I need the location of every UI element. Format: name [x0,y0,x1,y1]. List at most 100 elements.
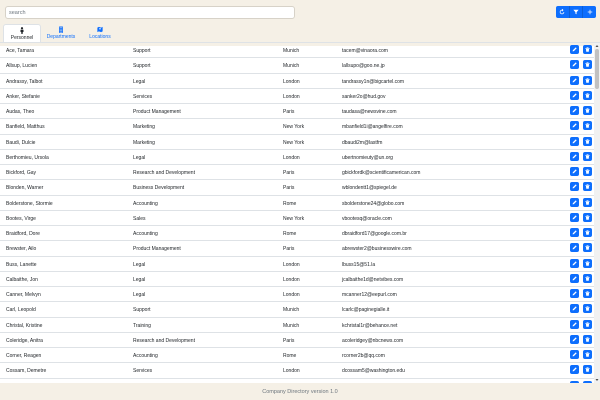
table-row: Braidford, Dore Accounting Rome dbraidford1… [0,226,594,242]
delete-button[interactable] [583,334,592,344]
name-cell: Calbaithe, Jon [6,276,38,283]
delete-button[interactable] [583,319,592,329]
edit-button[interactable] [570,106,579,115]
trash-icon [585,93,590,98]
delete-button[interactable] [583,273,592,283]
tab-locations[interactable]: Locations [81,24,119,43]
location-cell: London [283,261,300,268]
tab-personnel[interactable]: Personnel [3,24,41,43]
location-cell: Paris [283,109,295,115]
delete-button[interactable] [583,167,592,176]
trash-icon [585,47,590,52]
edit-button[interactable] [570,228,579,237]
name-cell: Coleridge, Anitra [6,337,43,344]
tab-departments[interactable]: Departments [42,24,80,43]
edit-button[interactable] [570,350,579,359]
edit-button[interactable] [570,334,579,344]
email-cell: lcarlc@paginegialle.it [342,307,390,314]
table-row: Berthomieu, Ursola Legal London ubertnomieu… [0,150,594,165]
delete-button[interactable] [583,151,592,161]
table-row: Ace, Tamara Support Munich tacem@vinaora.co… [0,43,594,59]
table-row: Christal, Kristine Training Munich kchrista… [0,318,594,333]
scroll-down-icon[interactable] [595,378,599,382]
edit-button[interactable] [570,45,579,54]
edit-button[interactable] [570,212,579,222]
scroll-up-icon[interactable] [595,44,599,48]
delete-button[interactable] [583,304,592,314]
edit-button[interactable] [570,304,579,314]
scrollbar[interactable] [594,43,600,383]
email-cell: taudasa@newsvine.com [342,109,397,115]
edit-button[interactable] [570,273,579,283]
edit-button[interactable] [570,319,579,329]
trash-icon [585,199,590,205]
email-cell: tandrassy1n@bigcartel.com [342,78,405,85]
location-cell: Rome [283,231,297,237]
trash-icon [585,123,590,128]
delete-button[interactable] [583,121,592,131]
add-button[interactable] [583,6,596,18]
delete-button[interactable] [583,350,592,359]
email-cell: mcanner12@eepurl.com [342,292,397,298]
location-cell: Munich [283,48,300,54]
edit-button[interactable] [570,197,579,207]
delete-button[interactable] [583,106,592,115]
email-cell: dcossam5@washington.edu [342,368,405,375]
edit-button[interactable] [570,258,579,268]
footer-text: Company Directory version 1.0 [262,388,338,395]
department-cell: Legal [133,292,146,298]
scroll-thumb[interactable] [595,49,599,89]
email-cell: lbuss15@51.la [342,261,376,268]
edit-button[interactable] [570,167,579,176]
pencil-icon [572,138,577,143]
name-cell: Braidford, Dore [6,231,40,237]
person-icon [20,27,24,34]
delete-button[interactable] [583,212,592,222]
edit-button[interactable] [570,60,579,70]
delete-button[interactable] [583,182,592,192]
pencil-icon [572,154,577,159]
edit-button[interactable] [570,182,579,192]
filter-button[interactable] [569,6,584,18]
edit-button[interactable] [570,121,579,131]
edit-button[interactable] [570,90,579,100]
refresh-button[interactable] [556,6,570,18]
delete-button[interactable] [583,60,592,70]
delete-button[interactable] [583,258,592,268]
location-cell: London [283,368,300,375]
trash-icon [585,245,590,250]
delete-button[interactable] [583,90,592,100]
delete-button[interactable] [583,197,592,207]
department-cell: Sales [133,215,146,222]
department-cell: Support [133,48,151,54]
email-cell: jcalbaithe1d@netvibes.com [342,276,404,283]
pencil-icon [572,93,577,98]
location-cell: London [283,93,300,100]
trash-icon [585,260,590,266]
location-cell: Paris [283,246,295,253]
delete-button[interactable] [583,45,592,54]
table-row: Canner, Melvyn Legal London mcanner12@eepur… [0,287,594,303]
edit-button[interactable] [570,136,579,146]
email-cell: lallsupo@goo.ne.jp [342,63,385,70]
tab-label: Locations [89,34,111,40]
trash-icon [585,291,590,296]
delete-button[interactable] [583,243,592,253]
edit-button[interactable] [570,151,579,161]
name-cell: Christal, Kristine [6,322,43,329]
edit-button[interactable] [570,75,579,85]
delete-button[interactable] [583,289,592,298]
edit-button[interactable] [570,365,579,375]
name-cell: Bolderstone, Stormie [6,200,53,207]
delete-button[interactable] [583,228,592,237]
refresh-icon [560,9,565,15]
table-row: Blonden, Warner Business Development Paris… [0,180,594,196]
delete-button[interactable] [583,136,592,146]
delete-button[interactable] [583,75,592,85]
edit-button[interactable] [570,243,579,253]
delete-button[interactable] [583,365,592,375]
department-cell: Marketing [133,124,155,131]
email-cell: gbickfordk@scientificamerican.com [342,170,421,176]
search-input[interactable] [5,6,295,19]
edit-button[interactable] [570,289,579,298]
